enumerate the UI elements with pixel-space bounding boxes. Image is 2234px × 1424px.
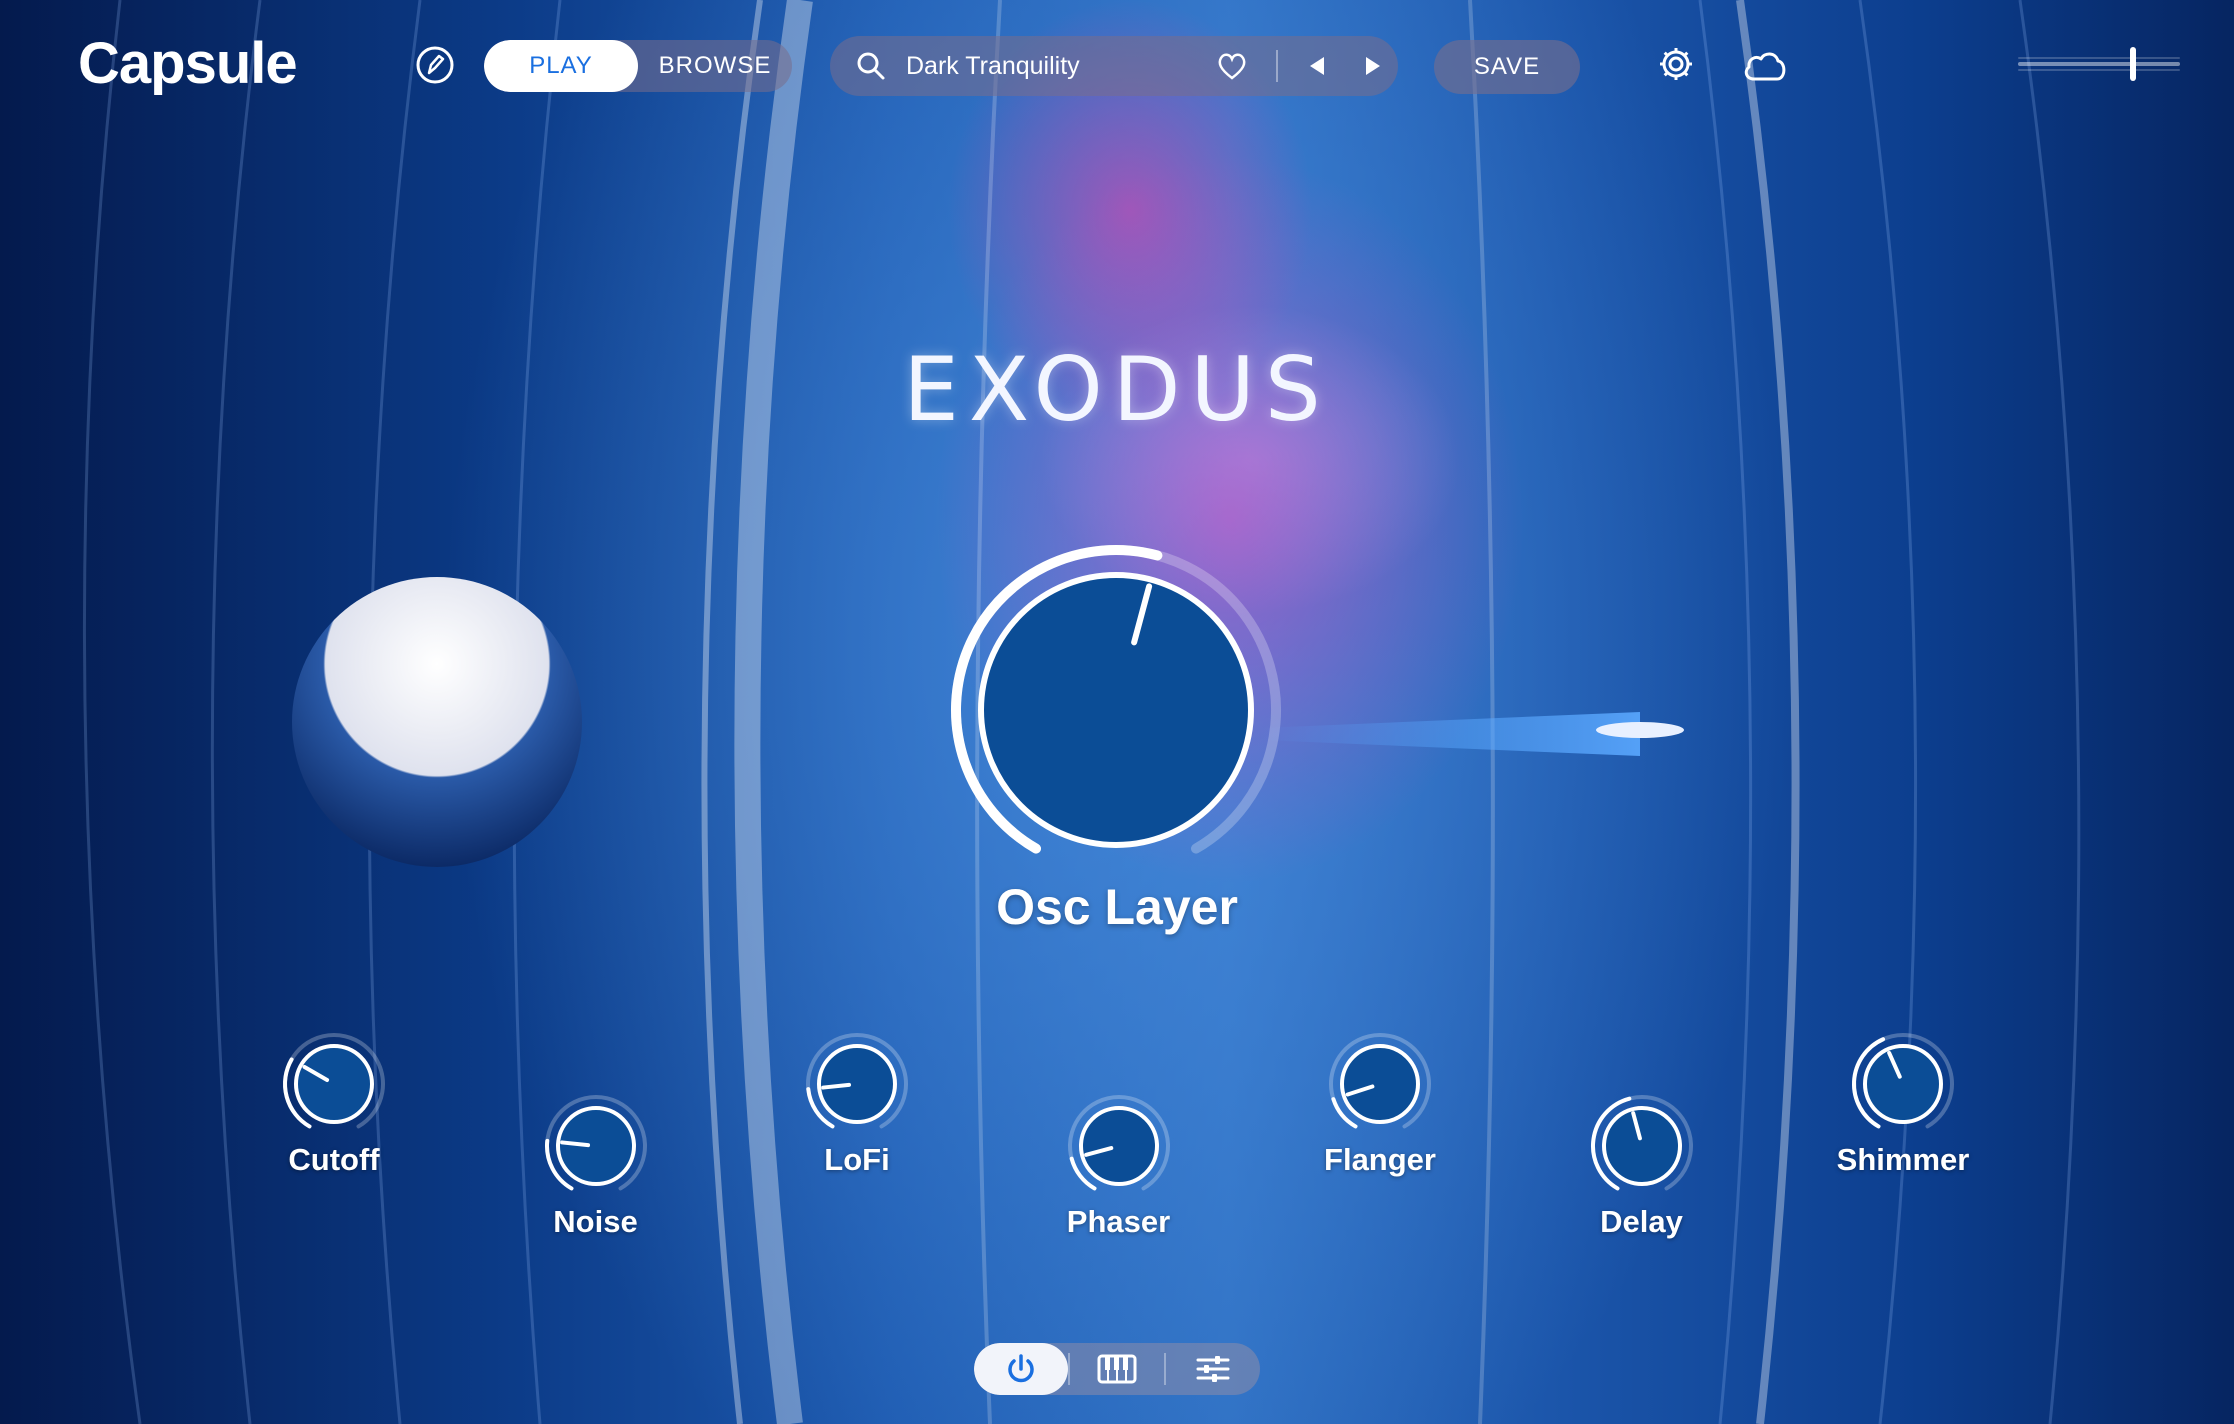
knob-body [817, 1044, 897, 1124]
knob-body [555, 1106, 636, 1186]
knob-flanger[interactable] [1325, 1029, 1435, 1139]
sliders-icon [1196, 1356, 1230, 1382]
gear-icon[interactable] [1656, 44, 1696, 84]
ship-artwork [1596, 722, 1684, 738]
knob-phaser[interactable] [1064, 1091, 1174, 1201]
knob-body [1601, 1106, 1682, 1186]
mode-switch: PLAY BROWSE [484, 40, 792, 92]
knob-pointer [559, 1140, 590, 1148]
preset-name[interactable]: Dark Tranquility [906, 52, 1080, 81]
tab-browse[interactable]: BROWSE [638, 40, 792, 92]
knob-shimmer[interactable] [1848, 1029, 1958, 1139]
knob-graphic [283, 1033, 385, 1129]
volume-slider[interactable] [2016, 44, 2182, 84]
knob-body [1078, 1106, 1159, 1186]
main-knob-label: Osc Layer [996, 879, 1238, 935]
prev-arrow-icon[interactable] [1306, 54, 1328, 78]
search-icon[interactable] [856, 51, 886, 81]
tab-power[interactable] [974, 1343, 1068, 1395]
search-separator [1276, 50, 1278, 82]
app-logo: Capsule [78, 31, 298, 96]
main-knob[interactable] [916, 520, 1316, 860]
knob-graphic [806, 1033, 908, 1129]
knob-label-flanger: Flanger [1324, 1142, 1436, 1177]
knob-label-phaser: Phaser [1066, 1204, 1171, 1239]
knob-graphic [1067, 1095, 1170, 1191]
knob-delay[interactable] [1587, 1091, 1697, 1201]
cloud-icon[interactable] [1742, 48, 1788, 84]
knob-label-shimmer: Shimmer [1836, 1142, 1970, 1177]
knob-pointer [821, 1082, 852, 1090]
heart-icon[interactable] [1216, 51, 1248, 81]
knob-graphic [544, 1095, 647, 1191]
knob-body [1863, 1044, 1943, 1124]
moon-artwork [292, 577, 582, 867]
tab-play[interactable]: PLAY [484, 40, 638, 92]
knob-graphic [1590, 1095, 1693, 1191]
knob-lofi[interactable] [802, 1029, 912, 1139]
plugin-window: Capsule PLAY BROWSE Dark Tranquility SAV… [0, 0, 2234, 1424]
pen-icon[interactable] [414, 44, 456, 86]
top-bar: Capsule PLAY BROWSE Dark Tranquility SAV… [0, 0, 2234, 130]
tab-mixer[interactable] [1166, 1343, 1260, 1395]
knob-body [1340, 1044, 1420, 1124]
knob-body [294, 1044, 374, 1124]
bottom-tab-bar [974, 1343, 1260, 1395]
preset-search[interactable]: Dark Tranquility [830, 36, 1398, 96]
knob-cutoff[interactable] [279, 1029, 389, 1139]
main-knob-body [978, 572, 1254, 848]
instrument-title: EXODUS [903, 338, 1331, 441]
tab-keys[interactable] [1070, 1343, 1164, 1395]
knob-noise[interactable] [541, 1091, 651, 1201]
knob-graphic [1852, 1033, 1954, 1129]
next-arrow-icon[interactable] [1362, 54, 1384, 78]
power-icon [1008, 1354, 1034, 1383]
piano-icon [1097, 1354, 1137, 1384]
knob-label-delay: Delay [1600, 1204, 1683, 1239]
knob-graphic [1329, 1033, 1431, 1129]
knob-label-noise: Noise [553, 1204, 638, 1239]
save-button[interactable]: SAVE [1434, 40, 1580, 94]
knob-label-cutoff: Cutoff [288, 1142, 380, 1177]
knob-label-lofi: LoFi [824, 1142, 890, 1177]
